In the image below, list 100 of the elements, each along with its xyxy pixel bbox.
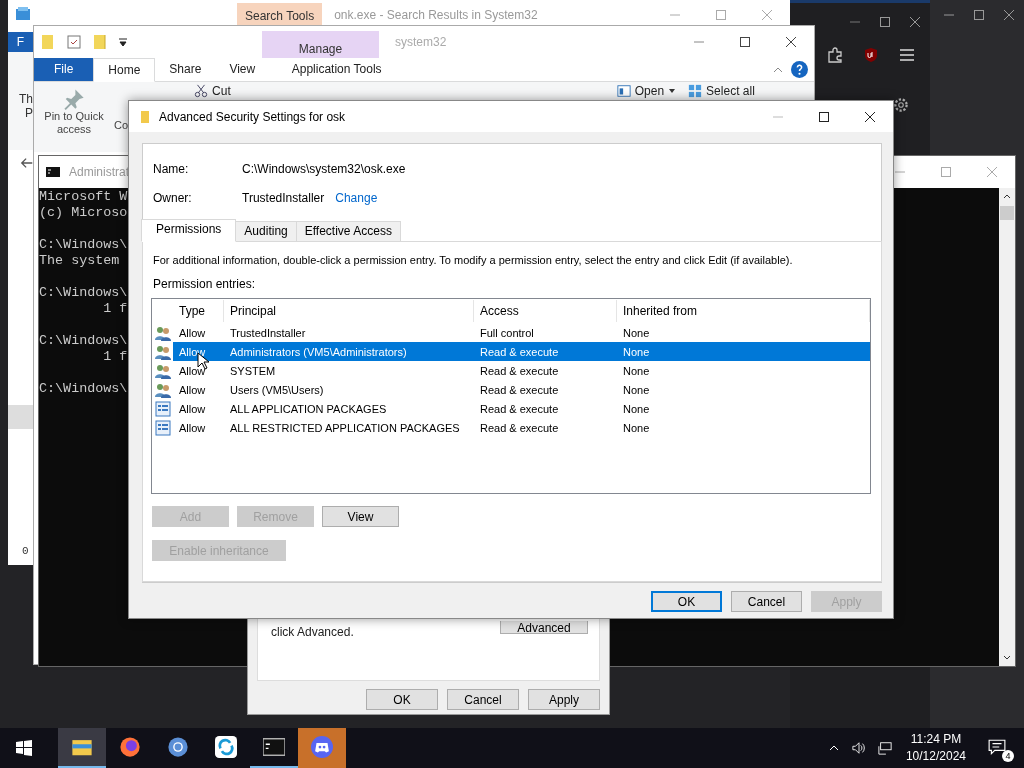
maximize-icon[interactable] [819,111,829,122]
column-header[interactable]: Type [173,300,224,322]
permission-row[interactable]: Allow TrustedInstaller Full control None [173,323,870,342]
table-cell-text: Read & execute [479,364,560,377]
close-icon[interactable] [786,37,796,47]
speaker-icon[interactable] [851,741,866,755]
folder-icon [40,34,56,50]
cut-button[interactable]: Cut [194,84,231,98]
permission-row[interactable]: Allow Users (VM5\Users) Read & execute None [173,380,870,399]
dialog-button[interactable]: Apply [528,689,600,710]
column-header[interactable]: Inherited from [617,300,870,322]
app-package-icon [154,400,171,417]
users-icon [154,343,171,360]
dropdown-icon[interactable] [118,37,128,47]
permission-row[interactable]: Allow SYSTEM Read & execute None [173,361,870,380]
taskbar-app[interactable] [58,728,106,768]
cut-off-tab[interactable]: F [8,32,33,52]
puzzle-icon[interactable] [827,47,843,63]
users-icon [154,324,171,341]
users-icon [154,362,171,379]
maximize-icon[interactable] [880,17,890,27]
console-line: C:\Windows\ [39,381,128,397]
ribbon-tab[interactable]: View [215,58,270,81]
entry-button[interactable]: View [322,506,399,527]
table-cell-text: Allow [178,421,207,434]
table-cell-text: Allow [178,326,207,339]
window-title: system32 [395,35,448,49]
fox-globe-icon [119,736,141,758]
table-cell-text: Read & execute [479,383,560,396]
scrollbar[interactable] [999,188,1015,666]
windows-start-icon[interactable] [16,740,32,756]
console-line: C:\Windows\ [39,285,128,301]
dialog-button[interactable]: OK [651,591,722,612]
column-header[interactable]: Access [474,300,617,322]
select-all-button[interactable]: Select all [688,84,755,98]
advanced-button[interactable]: Advanced [500,621,588,634]
close-icon[interactable] [865,111,875,122]
context-tab[interactable]: Search Tools [237,3,323,25]
folder-icon [15,6,31,22]
scroll-up-icon[interactable] [1003,192,1011,200]
settings-icon[interactable] [892,96,910,114]
open-button[interactable]: Open [616,84,677,98]
column-header[interactable]: Principal [224,300,474,322]
tab[interactable]: Auditing [235,221,297,242]
close-icon[interactable] [910,17,920,27]
pin-button[interactable]: Pin to Quick access [40,82,108,136]
console-line: C:\Windows\ [39,237,128,253]
console-line: Microsoft W [39,189,128,205]
table-cell-text: TrustedInstaller [229,326,307,339]
table-cell-text: None [622,345,651,358]
clock-time[interactable]: 11:24 PM [910,731,962,748]
console-line: The system [39,253,120,269]
table-cell-text: None [622,421,651,434]
scroll-down-icon[interactable] [1003,654,1011,662]
ribbon-tab[interactable]: File [34,58,94,81]
dialog-button[interactable]: Cancel [447,689,519,710]
owner-name: TrustedInstaller [242,190,325,205]
back-arrow-icon[interactable] [20,156,34,170]
dialog-button[interactable]: Cancel [731,591,802,612]
maximize-icon[interactable] [740,37,750,47]
console-line: (c) Microso [39,205,128,221]
checklist-icon[interactable] [66,34,82,50]
file-path: C:\Windows\system32\osk.exe [242,161,406,176]
copy-button[interactable]: Co [114,119,129,131]
table-cell-text: ALL RESTRICTED APPLICATION PACKAGES [229,421,461,434]
dialog-button[interactable]: OK [366,689,438,710]
permission-row[interactable]: Allow ALL APPLICATION PACKAGES Read & execute None [173,399,870,418]
clock-date[interactable]: 10/12/2024 [905,748,966,765]
permission-row[interactable]: Allow Administrators (VM5\Administrators) Read & execute None [173,342,870,361]
ribbon-tab[interactable]: Home [93,58,156,82]
console-icon [263,736,285,758]
window-title: Advanced Security Settings for osk [159,109,346,124]
table-cell-text: Read & execute [479,345,560,358]
scissors-icon [194,84,209,98]
table-cell-text: SYSTEM [229,364,277,377]
ribbon-tab[interactable]: Share [155,58,216,81]
table-cell-text: None [622,364,651,377]
window-title: Administrat [69,165,130,179]
table-cell-text: None [622,383,651,396]
permission-row[interactable]: Allow ALL RESTRICTED APPLICATION PACKAGES Read & execute None [173,418,870,437]
table-cell-text: None [622,402,651,415]
change-link[interactable]: Change [335,190,378,205]
notification-icon[interactable] [988,738,1006,756]
table-cell-text: None [622,326,651,339]
tab[interactable]: Permissions [141,219,237,242]
context-tab[interactable]: Manage [262,31,379,58]
field-label: Owner: [153,190,193,205]
menu-icon[interactable] [899,47,915,63]
tab[interactable]: Effective Access [295,221,401,242]
table-cell-text: Allow [178,345,207,358]
table-cell-text: Read & execute [479,402,560,415]
shield-icon[interactable] [863,47,879,63]
scroll-thumb[interactable] [1000,206,1014,220]
ribbon-tab[interactable]: Application Tools [278,58,396,81]
ribbon-label: P [25,106,33,120]
info-text: For additional information, double-click a permission entry. To modify a permission entry, select the entry and click Edit (if available). [153,254,794,266]
help-icon[interactable] [791,61,808,78]
table-cell-text: Allow [178,383,207,396]
network-icon[interactable] [877,741,892,755]
table-cell-text: Allow [178,364,207,377]
